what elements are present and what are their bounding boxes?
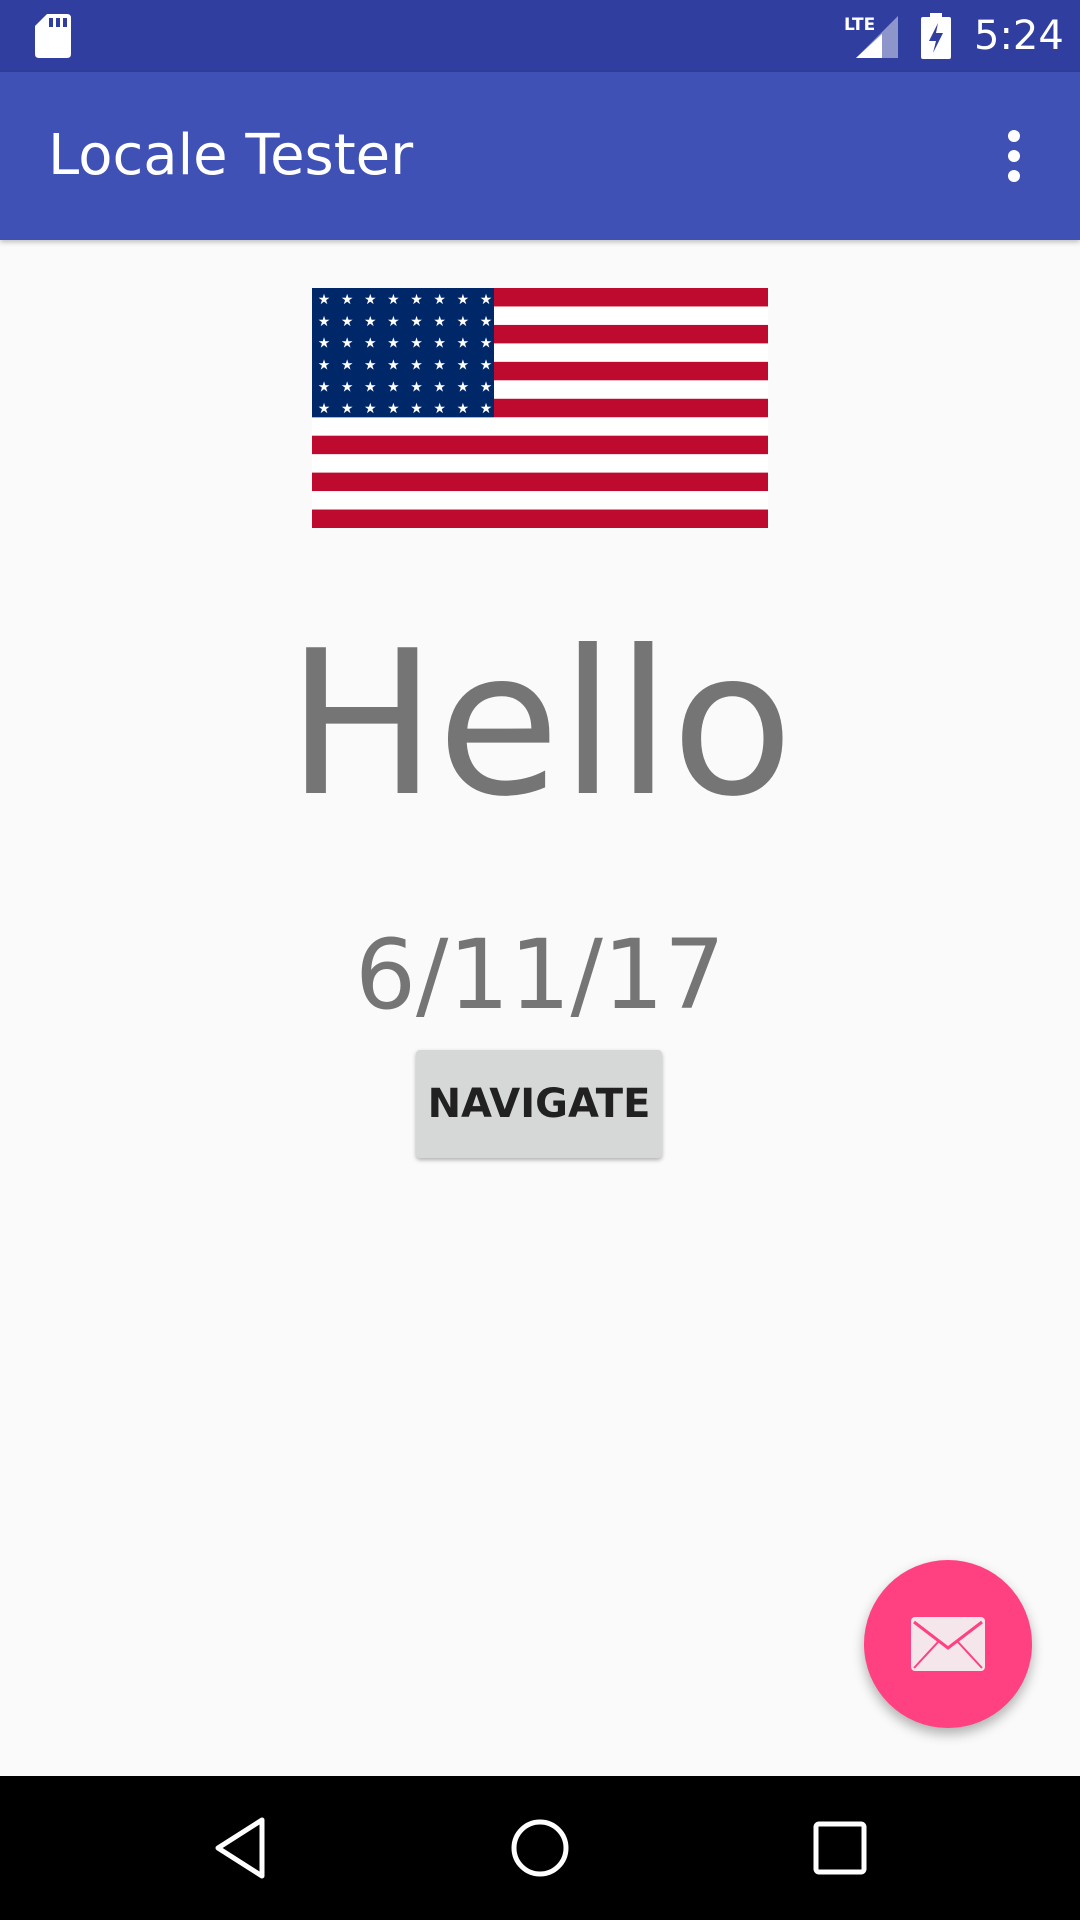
svg-text:★: ★ [341, 314, 354, 330]
svg-text:★: ★ [433, 314, 446, 330]
svg-text:★: ★ [433, 401, 446, 417]
overflow-menu-icon[interactable] [990, 126, 1038, 186]
svg-text:★: ★ [318, 336, 331, 352]
svg-text:★: ★ [457, 379, 470, 395]
svg-text:★: ★ [387, 314, 400, 330]
svg-text:★: ★ [457, 336, 470, 352]
svg-text:★: ★ [410, 379, 423, 395]
svg-text:★: ★ [480, 379, 493, 395]
system-nav-bar [0, 1776, 1080, 1920]
svg-text:★: ★ [410, 401, 423, 417]
app-title: Locale Tester [48, 123, 414, 188]
svg-text:★: ★ [318, 379, 331, 395]
svg-text:★: ★ [364, 336, 377, 352]
svg-text:LTE: LTE [844, 15, 875, 35]
home-icon[interactable] [504, 1812, 576, 1884]
sd-card-icon [35, 14, 71, 58]
svg-text:★: ★ [387, 336, 400, 352]
svg-text:★: ★ [341, 401, 354, 417]
svg-text:★: ★ [480, 401, 493, 417]
svg-text:★: ★ [341, 292, 354, 308]
status-bar: LTE 5:24 [0, 0, 1080, 72]
recents-icon[interactable] [804, 1812, 876, 1884]
app-bar: Locale Tester [0, 72, 1080, 240]
svg-text:★: ★ [341, 379, 354, 395]
svg-text:★: ★ [410, 358, 423, 374]
svg-text:★: ★ [318, 292, 331, 308]
svg-text:★: ★ [480, 336, 493, 352]
status-clock: 5:24 [974, 13, 1064, 59]
svg-text:★: ★ [318, 401, 331, 417]
svg-text:★: ★ [364, 314, 377, 330]
svg-text:★: ★ [387, 358, 400, 374]
svg-text:★: ★ [364, 358, 377, 374]
navigate-button[interactable]: NAVIGATE [416, 1050, 662, 1158]
svg-text:★: ★ [364, 379, 377, 395]
svg-text:★: ★ [433, 379, 446, 395]
us-flag-icon: ★ ★ ★ ★ ★ ★ ★ ★ ★ ★ ★ ★ ★ ★ ★ ★ ★ ★ ★ ★ ★ ★ ★ ★ ★ ★ ★ ★ ★ ★ ★ ★ ★ ★ ★ ★ ★ ★ ★ ★… [312, 288, 768, 528]
svg-text:★: ★ [433, 292, 446, 308]
svg-text:★: ★ [433, 336, 446, 352]
svg-text:★: ★ [318, 358, 331, 374]
svg-text:★: ★ [410, 336, 423, 352]
svg-text:★: ★ [410, 292, 423, 308]
svg-text:★: ★ [364, 401, 377, 417]
svg-text:★: ★ [341, 336, 354, 352]
svg-text:★: ★ [457, 401, 470, 417]
greeting-text: Hello [286, 608, 794, 841]
svg-text:★: ★ [457, 292, 470, 308]
svg-text:★: ★ [410, 314, 423, 330]
mail-icon [911, 1617, 985, 1671]
svg-text:★: ★ [480, 358, 493, 374]
mail-fab-button[interactable] [864, 1560, 1032, 1728]
svg-text:★: ★ [480, 314, 493, 330]
svg-text:★: ★ [387, 379, 400, 395]
svg-text:★: ★ [387, 292, 400, 308]
svg-text:★: ★ [480, 292, 493, 308]
battery-charging-icon [921, 13, 951, 59]
svg-text:★: ★ [364, 292, 377, 308]
svg-text:★: ★ [457, 314, 470, 330]
back-icon[interactable] [204, 1812, 276, 1884]
svg-text:★: ★ [387, 401, 400, 417]
svg-text:★: ★ [341, 358, 354, 374]
lte-signal-icon: LTE [844, 15, 898, 58]
svg-text:★: ★ [457, 358, 470, 374]
svg-text:★: ★ [318, 314, 331, 330]
date-text: 6/11/17 [354, 919, 726, 1031]
svg-text:★: ★ [433, 358, 446, 374]
